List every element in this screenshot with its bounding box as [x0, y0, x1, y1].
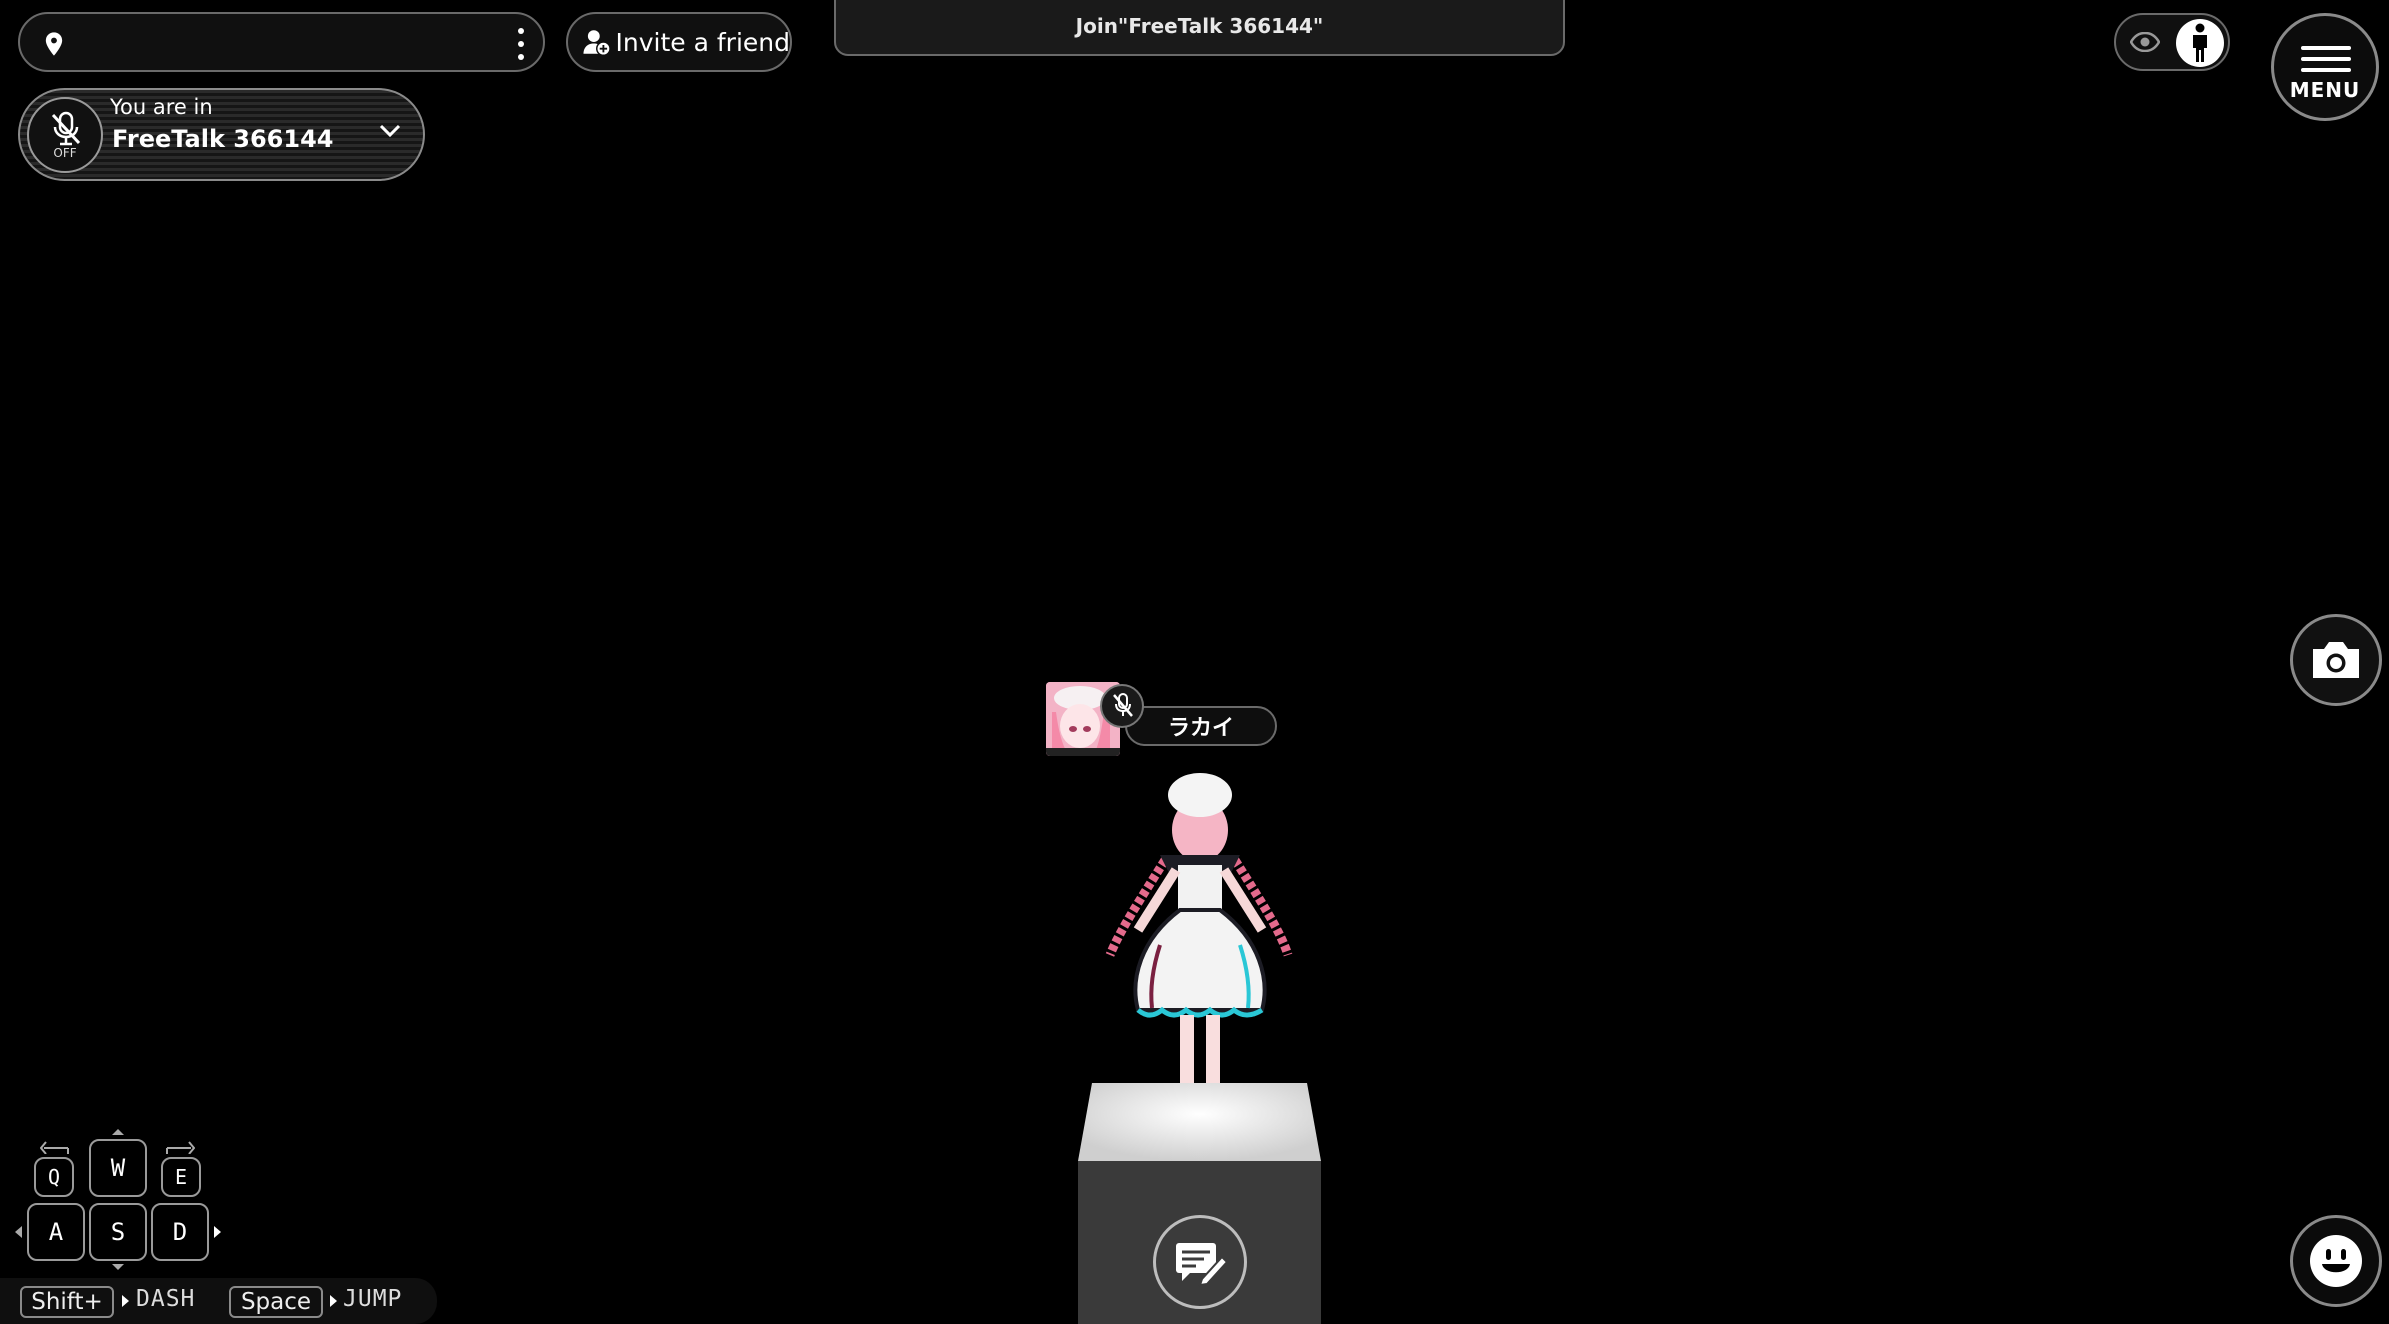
jump-key: Space [229, 1286, 323, 1318]
arrow-right-icon [122, 1295, 129, 1307]
mic-off-icon [1113, 693, 1133, 717]
rotate-left-icon [40, 1141, 69, 1154]
menu-label: MENU [2289, 78, 2361, 102]
dash-label: DASH [136, 1286, 196, 1312]
dash-key: Shift+ [20, 1286, 114, 1318]
chat-button[interactable] [1153, 1215, 1247, 1309]
view-toggle[interactable] [2114, 13, 2230, 71]
key-w: W [89, 1139, 147, 1197]
add-user-icon [583, 30, 611, 57]
key-e: E [161, 1157, 201, 1197]
join-banner-text: Join"FreeTalk 366144" [1075, 14, 1324, 38]
arrow-up-icon [112, 1129, 124, 1135]
mic-toggle-button[interactable]: OFF [27, 97, 103, 173]
player-mic-status [1100, 684, 1144, 728]
location-pin-icon [45, 32, 63, 56]
jump-label: JUMP [343, 1286, 403, 1312]
key-hints-bar: Shift+ DASH Space JUMP [0, 1278, 437, 1324]
chevron-down-icon[interactable] [379, 124, 401, 138]
join-room-banner[interactable]: Join"FreeTalk 366144" [834, 0, 1565, 56]
menu-icon [2301, 46, 2351, 79]
camera-button[interactable] [2290, 614, 2382, 706]
arrow-down-icon [112, 1264, 124, 1270]
emoji-button[interactable] [2290, 1215, 2382, 1307]
mic-off-icon [51, 111, 81, 146]
eye-icon[interactable] [2130, 32, 2160, 52]
chat-edit-icon [1176, 1243, 1228, 1287]
arrow-right-icon [214, 1226, 221, 1238]
more-vertical-icon[interactable] [517, 28, 525, 60]
rotate-right-icon [166, 1141, 195, 1154]
key-d: D [151, 1203, 209, 1261]
player-character [1105, 773, 1293, 1109]
arrow-left-icon [15, 1226, 22, 1238]
menu-button[interactable]: MENU [2271, 13, 2379, 121]
invite-friend-button[interactable]: Invite a friend [566, 12, 792, 72]
current-room-panel[interactable]: OFF You are in FreeTalk 366144 [18, 88, 425, 181]
key-s: S [89, 1203, 147, 1261]
emoji-face-icon [2310, 1235, 2362, 1287]
mic-status-label: OFF [53, 146, 77, 160]
location-bar[interactable] [18, 12, 545, 72]
key-a: A [27, 1203, 85, 1261]
person-icon [2193, 23, 2207, 62]
room-name: FreeTalk 366144 [112, 125, 334, 153]
camera-icon [2313, 642, 2359, 678]
arrow-right-icon [330, 1295, 337, 1307]
invite-label: Invite a friend [615, 27, 790, 57]
key-q: Q [34, 1157, 74, 1197]
player-name: ラカイ [1167, 716, 1234, 741]
person-view-button[interactable] [2176, 19, 2224, 67]
room-prefix: You are in [110, 95, 213, 119]
player-name-tag: ラカイ [1125, 706, 1277, 746]
